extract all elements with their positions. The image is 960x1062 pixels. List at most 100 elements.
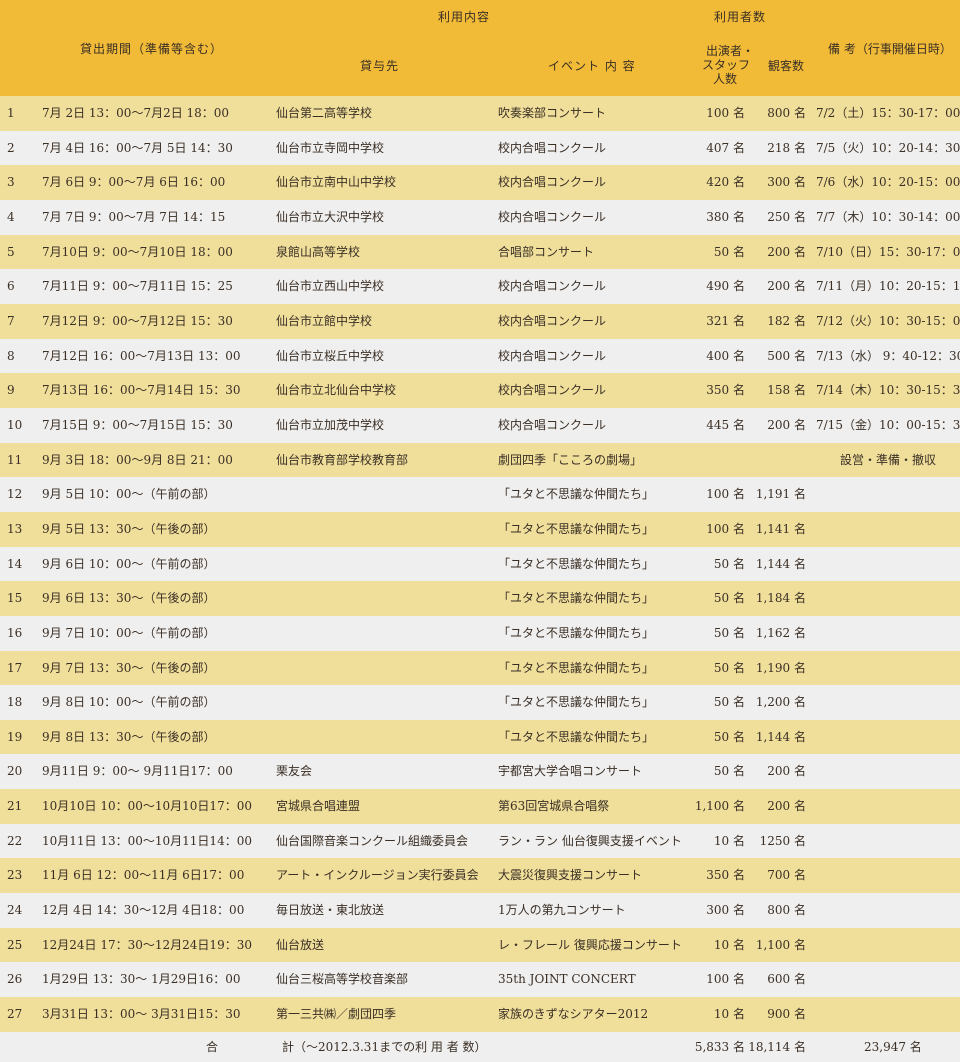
row-number: 8 (7, 348, 15, 363)
rental-period: 7月15日 9：00〜7月15日 15：30 (42, 417, 233, 432)
rental-period: 7月 2日 13：00〜7月2日 18：00 (42, 106, 230, 120)
event-name: 校内合唱コンクール (498, 279, 607, 294)
rental-period: 9月 7日 13：30〜（午後の部） (42, 660, 216, 675)
row-number: 24 (7, 903, 23, 918)
total-label-right: 計（〜2012.3.31までの利 用 者 数） (282, 1040, 487, 1054)
performers-count: 50 名 (713, 556, 745, 571)
table-row: 8 7月12日 16：00〜7月13日 13：00 仙台市立桜丘中学校 校内合唱コンク… (0, 338, 960, 374)
performers-count: 50 名 (713, 764, 745, 779)
performers-count: 10 名 (713, 937, 745, 952)
lender-heading: 貸与先 (360, 59, 400, 73)
lender-name: 仙台市立大沢中学校 (276, 209, 385, 224)
row-note: 設営・準備・撤収 (839, 452, 936, 467)
row-note: 7/11（月）10：20-15：10 (816, 279, 960, 294)
lender-name: 仙台市立西山中学校 (276, 279, 385, 294)
total-label-left: 合 (206, 1040, 219, 1054)
lender-name: 仙台市立加茂中学校 (276, 417, 385, 432)
event-name: 合唱部コンサート (498, 244, 595, 259)
audience-count: 500 名 (767, 348, 806, 363)
lender-name: 仙台国際音楽コンクール組織委員会 (276, 833, 469, 848)
row-number: 12 (7, 487, 23, 502)
usage-content-heading: 利用内容 (438, 10, 491, 24)
event-name: 「ユタと不思議な仲間たち」 (498, 591, 655, 606)
event-name: 「ユタと不思議な仲間たち」 (498, 729, 655, 744)
audience-count: 800 名 (767, 106, 806, 120)
table-row: 10 7月15日 9：00〜7月15日 15：30 仙台市立加茂中学校 校内合唱コンク… (0, 407, 960, 443)
table-row: 13 9月 5日 13：30〜（午後の部） 「ユタと不思議な仲間たち」 100 名 1,… (0, 511, 960, 547)
row-number: 19 (7, 729, 23, 744)
audience-count: 200 名 (767, 799, 806, 814)
total-audience: 18,114 名 (748, 1040, 806, 1054)
event-name: ラン・ラン 仙台復興支援イベント (498, 833, 682, 848)
period-heading: 貸出期間（準備等含む） (80, 42, 224, 56)
row-number: 15 (7, 591, 23, 606)
performers-count: 100 名 (706, 521, 745, 536)
table-row: 24 12月 4日 14：30〜12月 4日18：00 毎日放送・東北放送 1万人の第… (0, 893, 960, 928)
rental-period: 1月29日 13：30〜 1月29日16：00 (42, 972, 241, 987)
table-row: 7 7月12日 9：00〜7月12日 15：30 仙台市立館中学校 校内合唱コンクール… (0, 303, 960, 339)
rental-period: 9月 7日 10：00〜（午前の部） (42, 625, 216, 640)
performers-count: 50 名 (713, 244, 745, 259)
row-number: 23 (7, 868, 23, 883)
performers-count: 490 名 (706, 279, 745, 294)
table-row: 6 7月11日 9：00〜7月11日 15：25 仙台市立西山中学校 校内合唱コンクー… (0, 269, 960, 304)
performers-count: 420 名 (706, 175, 745, 190)
rental-period: 12月24日 17：30〜12月24日19：30 (42, 937, 252, 952)
event-name: 35th JOINT CONCERT (498, 972, 636, 987)
lender-name: 仙台三桜高等学校音楽部 (276, 972, 409, 987)
table-row: 5 7月10日 9：00〜7月10日 18：00 泉館山高等学校 合唱部コンサート 50… (0, 234, 960, 270)
row-note: 7/10（日）15：30-17：00 (816, 244, 960, 259)
event-name: 校内合唱コンクール (498, 140, 607, 155)
audience-count: 800 名 (767, 903, 806, 918)
event-name: 1万人の第九コンサート (498, 903, 626, 918)
lender-name: 仙台市立館中学校 (276, 313, 373, 328)
row-note: 7/13（水） 9：40-12：30 (816, 348, 960, 363)
table-row: 25 12月24日 17：30〜12月24日19：30 仙台放送 レ・フレール 復興応… (0, 927, 960, 963)
users-count-heading: 利用者数 (714, 10, 767, 24)
performers-count: 50 名 (713, 591, 745, 606)
lender-name: 宮城県合唱連盟 (276, 799, 361, 814)
event-name: 「ユタと不思議な仲間たち」 (498, 660, 655, 675)
row-note: 7/12（火）10：30-15：00 (816, 313, 960, 328)
row-number: 9 (7, 383, 15, 398)
audience-count: 1,141 名 (755, 521, 806, 536)
audience-count: 1,191 名 (755, 487, 806, 502)
event-name: 校内合唱コンクール (498, 175, 607, 190)
rental-period: 9月 3日 18：00〜9月 8日 21：00 (42, 452, 233, 467)
table-row: 19 9月 8日 13：30〜（午後の部） 「ユタと不思議な仲間たち」 50 名 1,1… (0, 719, 960, 755)
rental-period: 11月 6日 12：00〜11月 6日17：00 (42, 868, 245, 883)
row-number: 13 (7, 521, 23, 536)
rental-period: 9月11日 9：00〜 9月11日17：00 (42, 764, 233, 779)
rental-period: 7月11日 9：00〜7月11日 15：25 (42, 279, 233, 294)
audience-count: 182 名 (767, 313, 806, 328)
table-row: 9 7月13日 16：00〜7月14日 15：30 仙台市立北仙台中学校 校内合唱コン… (0, 373, 960, 408)
audience-count: 200 名 (767, 279, 806, 294)
event-name: 家族のきずなシアター2012 (498, 1007, 649, 1022)
table-row: 4 7月 7日 9：00〜7月 7日 14：15 仙台市立大沢中学校 校内合唱コンクー… (0, 199, 960, 235)
rental-period: 10月10日 10：00〜10月10日17：00 (42, 799, 252, 814)
table-row: 16 9月 7日 10：00〜（午前の部） 「ユタと不思議な仲間たち」 50 名 1,1… (0, 615, 960, 651)
row-number: 18 (7, 695, 23, 710)
audience-count: 700 名 (767, 868, 806, 883)
lender-name: 仙台第二高等学校 (276, 106, 373, 120)
audience-count: 1250 名 (759, 833, 806, 848)
performers-count: 445 名 (706, 417, 745, 432)
row-note: 7/14（木）10：30-15：30 (816, 383, 960, 398)
total-performers: 5,833 名 (694, 1040, 745, 1054)
performers-count: 407 名 (706, 140, 745, 155)
performers-count: 100 名 (706, 487, 745, 502)
audience-count: 158 名 (767, 383, 806, 398)
event-name: 校内合唱コンクール (498, 417, 607, 432)
rental-period: 7月 7日 9：00〜7月 7日 14：15 (42, 209, 226, 224)
row-number: 4 (7, 209, 15, 224)
performers-count: 50 名 (713, 625, 745, 640)
event-name: 劇団四季「こころの劇場」 (498, 452, 643, 467)
table-body: 1 7月 2日 13：00〜7月2日 18：00 仙台第二高等学校 吹奏楽部コンサート… (0, 96, 960, 1032)
event-name: 校内合唱コンクール (498, 209, 607, 224)
event-name: 校内合唱コンクール (498, 313, 607, 328)
event-name: 第63回宮城県合唱祭 (498, 799, 610, 814)
rental-period: 7月10日 9：00〜7月10日 18：00 (42, 244, 233, 259)
audience-count: 218 名 (767, 140, 806, 155)
event-name: 大震災復興支援コンサート (498, 868, 643, 883)
audience-count: 1,144 名 (755, 556, 806, 571)
